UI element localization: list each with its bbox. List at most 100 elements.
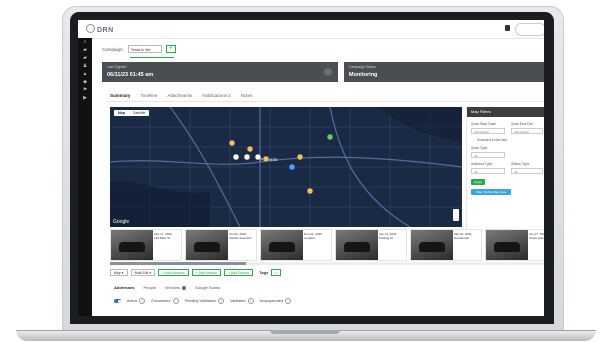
bulk-edit-button[interactable]: Bulk Edit ▾ [130,269,156,276]
card-status-icon [324,68,332,76]
vehicles-info-icon [181,286,186,290]
map-dropdown-button[interactable]: Map ▾ [110,269,128,276]
map-marker[interactable] [306,187,314,195]
sidebar-cases-icon[interactable]: ▰ [78,54,92,62]
add-campaign-button[interactable]: + [165,45,176,53]
sidebar-dashboard-icon[interactable]: ▰ [78,46,92,54]
address-type-select[interactable]: All [471,168,505,174]
sighting-meta: Jan 14, 2021 Parking lot [378,230,397,260]
campaign-status-value: Monitoring [349,72,378,78]
map-marker[interactable] [254,153,262,161]
help-icon: ? [172,298,179,304]
app-screen: DRN ⌕ ▰ ▰ ♟ ▲ ◆ ⚑ ▶ Campaign: Tesla in N… [78,20,544,316]
sighting-thumbnail[interactable]: Sep 17, 2020 123 Main St [110,229,182,261]
sighting-location: Street view [529,236,544,240]
map-filters-panel: Map Filters Scan Start Date Scan End Dat… [466,107,544,232]
sighting-thumbnail[interactable]: Dec 01, 2020 Location [260,229,332,261]
campaign-select[interactable]: Tesla in Ne [127,45,162,53]
sidebar-search-icon[interactable]: ⌕ [78,38,92,46]
map-marker[interactable] [262,155,270,163]
status-type-select[interactable]: All [511,168,543,174]
map-marker[interactable] [232,153,240,161]
map-marker[interactable] [228,139,236,147]
sighting-thumbnail[interactable]: Mar 22, 2021 Residential [410,229,482,261]
campaign-status-label: Campaign Status [349,65,376,69]
laptop-notch [270,330,340,334]
active-toggle[interactable] [114,299,121,303]
add-address-button[interactable]: + Add Address [158,269,189,276]
scan-type-select[interactable]: All [471,152,505,158]
vehicle-photo [486,230,528,260]
last-sighted-label: Last Sighted [107,65,127,69]
tabs-divider [106,101,544,102]
map-view[interactable]: Map Satellite Phoenix Google [110,107,462,227]
help-icon: ? [217,298,224,304]
notification-icon[interactable] [505,25,510,31]
status-pending-validation[interactable]: Pending Validation? [185,298,224,304]
sighting-meta: Dec 01, 2020 Location [303,230,323,260]
last-sighted-card: Last Sighted 06/11/23 01:45 am [102,62,338,82]
map-marker[interactable] [243,153,251,161]
sidebar-flags-icon[interactable]: ⚑ [78,86,92,94]
scan-end-input[interactable]: 06/11/2023 [511,128,543,134]
sighting-thumbnail[interactable]: Jan 14, 2021 Parking lot [335,229,407,261]
sighting-meta: Mar 22, 2021 Residential [453,230,473,260]
campaign-status-card: Campaign Status Monitoring [344,62,544,82]
help-icon: ? [284,298,291,304]
status-encounters[interactable]: Encounters? [151,298,179,304]
scan-end-label: Scan End Dat [511,122,533,126]
last-sighted-value: 06/11/23 01:45 am [107,72,154,78]
subtab-vehicles-label: Vehicles [164,285,180,290]
add-person-button[interactable]: + Add Person [224,269,254,276]
add-vehicle-button[interactable]: + Add Vehicle [191,269,222,276]
status-active[interactable]: Active? [127,298,146,304]
sighting-location: Location [304,236,316,240]
scanned-last-checkbox[interactable]: Scanned in the last [477,138,507,142]
campaign-row: Campaign: Tesla in Ne + [102,42,176,56]
sighting-location: Vehicle detected [229,236,252,240]
add-tag-button[interactable]: + [271,269,282,276]
status-validated[interactable]: Validated? [230,298,254,304]
scan-start-input[interactable]: 01/11/2020 [471,128,505,134]
sighting-location: Parking lot [379,236,394,240]
subtab-google-scans[interactable]: Google Scans [195,285,220,290]
sidebar-tags-icon[interactable]: ◆ [78,78,92,86]
list-toolbar: Map ▾ Bulk Edit ▾ + Add Address + Add Ve… [110,269,282,276]
status-type-label: Status Type [511,162,530,166]
sidebar-alerts-icon[interactable]: ▲ [78,70,92,78]
status-unsuspended[interactable]: Unsuspended? [260,298,291,304]
help-icon: ? [139,298,146,304]
top-bar: DRN [78,20,544,39]
vehicle-photo [111,230,153,260]
subtab-people[interactable]: People [143,285,155,290]
sighting-location: Residential [454,236,469,240]
status-active-label: Active [127,299,138,303]
subtab-addresses[interactable]: Addresses [114,285,134,290]
sidebar-play-icon[interactable]: ▶ [78,94,92,102]
sidebar: ⌕ ▰ ▰ ♟ ▲ ◆ ⚑ ▶ [78,38,92,316]
thumbs-scroll-thumb[interactable] [110,262,246,265]
map-filters-title: Map Filters [467,107,544,117]
user-menu[interactable] [515,23,544,36]
sidebar-people-icon[interactable]: ♟ [78,62,92,70]
address-type-label: Address Type [471,162,493,166]
map-marker[interactable] [246,145,254,153]
campaign-label: Campaign: [102,46,124,52]
sighting-meta: Jun 07, 2021Street view [528,230,544,260]
app-logo[interactable]: DRN [86,24,114,34]
campaign-underline [130,57,174,58]
subtab-vehicles[interactable]: Vehicles [165,285,186,290]
logo-text: DRN [97,27,114,34]
vehicle-photo [411,230,453,260]
entity-subtabs: Addresses People Vehicles Google Scans [114,285,220,290]
map-marker[interactable] [288,163,296,171]
vehicle-photo [186,230,228,260]
apply-filters-button[interactable]: Apply [471,179,485,185]
filter-visible-area-button[interactable]: Filter Visible Map Area [471,189,511,195]
map-marker[interactable] [326,133,334,141]
map-marker[interactable] [296,153,304,161]
sighting-location: 123 Main St [154,236,171,240]
sighting-thumbnail[interactable]: Oct 03, 2020 Vehicle detected [185,229,257,261]
status-unsuspended-label: Unsuspended [259,299,283,303]
sighting-thumbnail[interactable]: Jun 07, 2021Street view [485,229,544,261]
